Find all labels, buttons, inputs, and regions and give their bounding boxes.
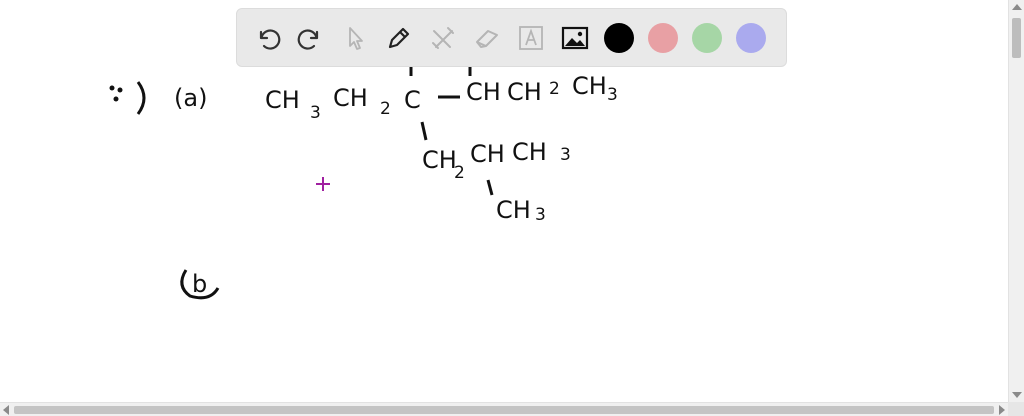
text-tool-button[interactable] <box>509 16 553 60</box>
scroll-right-arrow-icon[interactable] <box>999 405 1005 415</box>
subscript: 3 <box>310 103 321 123</box>
branch-1: CH 2 CH CH 3 <box>422 138 571 183</box>
main-chain: CH 3 CH 2 C CH CH 2 CH 3 <box>265 72 618 123</box>
color-black-swatch[interactable] <box>604 22 634 53</box>
color-pink-swatch[interactable] <box>648 22 678 53</box>
scroll-down-arrow-icon[interactable] <box>1012 392 1022 398</box>
tools-button[interactable] <box>421 16 465 60</box>
subscript: 2 <box>454 163 465 183</box>
part-b-label: b <box>192 270 207 298</box>
undo-icon <box>259 28 281 50</box>
bullet-mark <box>109 81 146 115</box>
undo-button[interactable] <box>245 16 289 60</box>
quaternary-carbon: C <box>404 86 421 114</box>
color-green-swatch[interactable] <box>692 22 722 53</box>
ch2-group: CH <box>507 78 542 106</box>
eraser-tool-button[interactable] <box>465 16 509 60</box>
image-icon <box>561 26 589 49</box>
text-box-icon <box>519 25 543 50</box>
branch-2: CH 3 <box>496 196 546 225</box>
ch2-group: CH <box>333 84 368 112</box>
ch-group: CH <box>470 140 505 168</box>
crosshair-cursor-icon <box>316 177 330 191</box>
scroll-up-arrow-icon[interactable] <box>1012 4 1022 10</box>
ch2-group: CH <box>422 146 457 174</box>
vertical-scrollbar[interactable] <box>1008 0 1024 402</box>
subscript: 3 <box>535 205 546 225</box>
drawing-canvas[interactable]: (a) CH 3 CH 2 C CH CH 2 CH 3 CH 2 CH CH … <box>0 0 1008 402</box>
horizontal-scrollbar[interactable] <box>0 402 1008 416</box>
drawing-toolbar <box>236 8 787 67</box>
scrollbar-corner <box>1008 402 1024 416</box>
select-pointer-icon <box>349 26 363 50</box>
vertical-scroll-thumb[interactable] <box>1012 18 1021 58</box>
ch3-group: CH <box>572 72 607 100</box>
bond-line <box>486 179 494 196</box>
redo-icon <box>297 28 319 50</box>
subscript: 3 <box>560 145 571 165</box>
pen-tool-button[interactable] <box>377 16 421 60</box>
tools-icon <box>432 26 454 49</box>
part-b-label-group: b <box>180 269 220 300</box>
color-lavender-swatch[interactable] <box>736 22 766 53</box>
image-tool-button[interactable] <box>553 16 597 60</box>
redo-button[interactable] <box>289 16 333 60</box>
ch3-group: CH <box>265 86 300 114</box>
ch3-group: CH <box>512 138 547 166</box>
scroll-left-arrow-icon[interactable] <box>3 405 9 415</box>
subscript: 3 <box>607 85 618 105</box>
select-tool-button[interactable] <box>333 16 377 60</box>
pen-icon <box>388 27 410 48</box>
horizontal-scroll-thumb[interactable] <box>14 406 994 414</box>
part-a-label: (a) <box>174 84 207 112</box>
eraser-icon <box>476 29 498 48</box>
ch3-group: CH <box>496 196 531 224</box>
bond-line <box>420 121 428 141</box>
subscript: 2 <box>380 99 391 119</box>
ch-group: CH <box>466 78 501 106</box>
subscript: 2 <box>549 79 560 99</box>
